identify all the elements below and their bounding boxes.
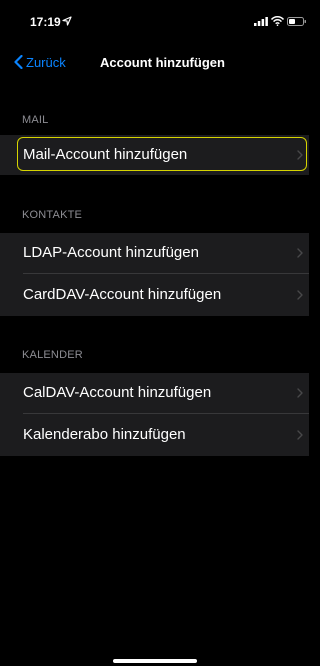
row-caldav-account[interactable]: CalDAV-Account hinzufügen <box>0 373 309 414</box>
back-button-label: Zurück <box>26 54 66 70</box>
row-calendar-subscription[interactable]: Kalenderabo hinzufügen <box>0 413 309 456</box>
location-arrow-icon <box>62 16 72 26</box>
chevron-right-icon <box>297 290 303 300</box>
status-time: 17:19 <box>30 15 61 29</box>
row-carddav-account[interactable]: CardDAV-Account hinzufügen <box>0 273 309 316</box>
status-bar: 17:19 <box>0 0 309 44</box>
chevron-right-icon <box>297 150 303 160</box>
battery-icon <box>287 17 306 26</box>
row-label: CardDAV-Account hinzufügen <box>23 286 222 303</box>
chevron-right-icon <box>297 248 303 258</box>
back-button[interactable]: Zurück <box>14 52 66 72</box>
row-mail-account[interactable]: Mail-Account hinzufügen <box>0 135 309 175</box>
section-header-mail: MAIL <box>22 114 49 126</box>
row-label: Mail-Account hinzufügen <box>23 146 188 163</box>
cellular-signal-icon <box>254 17 268 26</box>
page-title: Account hinzufügen <box>100 55 225 70</box>
section-header-kontakte: KONTAKTE <box>22 209 83 221</box>
row-ldap-account[interactable]: LDAP-Account hinzufügen <box>0 233 309 274</box>
chevron-left-icon <box>14 55 23 69</box>
group-kalender: CalDAV-Account hinzufügen Kalenderabo hi… <box>0 373 309 456</box>
row-label: CalDAV-Account hinzufügen <box>23 384 212 401</box>
wifi-icon <box>271 16 284 26</box>
row-label: Kalenderabo hinzufügen <box>23 426 186 443</box>
chevron-right-icon <box>297 388 303 398</box>
group-mail: Mail-Account hinzufügen <box>0 135 309 175</box>
home-indicator[interactable] <box>113 659 197 663</box>
group-kontakte: LDAP-Account hinzufügen CardDAV-Account … <box>0 233 309 316</box>
chevron-right-icon <box>297 430 303 440</box>
row-label: LDAP-Account hinzufügen <box>23 244 199 261</box>
section-header-kalender: KALENDER <box>22 349 83 361</box>
navigation-bar: Zurück Account hinzufügen <box>0 44 309 80</box>
